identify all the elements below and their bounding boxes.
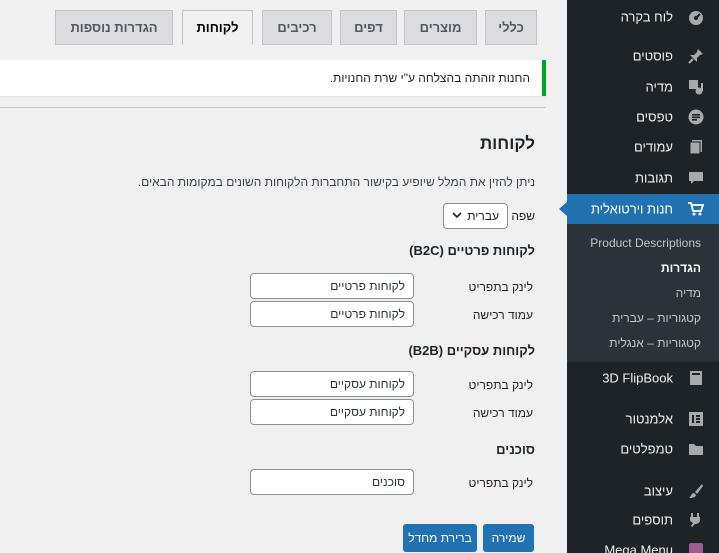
sidebar-item-label: טפסים — [636, 109, 673, 125]
comments-icon — [687, 169, 705, 187]
b2c-page-label: עמוד רכישה — [472, 308, 533, 322]
tab-additional-settings[interactable]: הגדרות נוספות — [55, 10, 173, 45]
section-title-b2b: לקוחות עסקיים (B2B) — [408, 343, 535, 358]
sidebar-item-elementor[interactable]: אלמנטור — [567, 404, 719, 434]
b2c-link-field[interactable]: לקוחות פרטיים — [250, 273, 414, 299]
submenu-item-settings[interactable]: הגדרות — [661, 261, 701, 275]
sidebar-item-comments[interactable]: תגובות — [567, 163, 719, 193]
sidebar-item-label: אלמנטור — [625, 411, 673, 427]
page-description: ניתן להזין את המלל שיופיע בקישור התחברות… — [137, 175, 535, 189]
cart-icon — [687, 200, 705, 218]
agents-link-field[interactable]: סוכנים — [250, 469, 414, 495]
sidebar-item-appearance[interactable]: עיצוב — [567, 476, 719, 506]
elementor-icon — [687, 410, 705, 428]
book-icon — [687, 369, 705, 387]
submenu-item-media[interactable]: מדיה — [676, 286, 701, 300]
sidebar-item-store[interactable]: חנות וירטואלית — [559, 194, 719, 224]
sidebar-item-flipbook[interactable]: 3D FlipBook — [567, 363, 719, 393]
media-icon — [687, 78, 705, 96]
section-title-agents: סוכנים — [496, 442, 535, 457]
b2c-page-field[interactable]: לקוחות פרטיים — [250, 301, 414, 327]
sidebar-item-plugins[interactable]: תוספים — [567, 505, 719, 535]
admin-sidebar: לוח בקרה פוסטים מדיה טפסים עמודים תגובות — [559, 0, 719, 553]
forms-icon — [687, 108, 705, 126]
plugin-icon — [687, 511, 705, 529]
page-title: לקוחות — [479, 134, 535, 153]
success-notice: החנות זוהתה בהצלחה ע"י שרת החנויות. — [0, 60, 546, 96]
sidebar-item-label: לוח בקרה — [620, 9, 673, 25]
b2c-link-label: לינק בתפריט — [468, 280, 533, 294]
store-submenu: Product Descriptions הגדרות מדיה קטגוריו… — [567, 224, 719, 362]
sidebar-item-label: תגובות — [635, 170, 673, 186]
tab-general[interactable]: כללי — [485, 10, 537, 45]
megamenu-icon — [687, 541, 705, 553]
sidebar-item-label: פוסטים — [632, 48, 673, 64]
sidebar-item-label: מדיה — [645, 79, 674, 95]
pin-icon — [687, 47, 705, 65]
section-title-b2c: לקוחות פרטיים (B2C) — [409, 243, 535, 258]
language-label: שפה — [511, 209, 535, 223]
b2b-link-field[interactable]: לקוחות עסקיים — [250, 371, 414, 397]
submenu-item-categories-en[interactable]: קטגוריות – אנגלית — [609, 336, 701, 350]
brush-icon — [687, 482, 705, 500]
dashboard-icon — [687, 8, 705, 26]
sidebar-item-label: תוספים — [632, 512, 673, 528]
b2b-link-label: לינק בתפריט — [468, 378, 533, 392]
language-select[interactable]: עברית — [443, 203, 508, 229]
save-button[interactable]: שמירה — [483, 524, 534, 552]
folder-icon — [687, 440, 705, 458]
tab-products[interactable]: מוצרים — [404, 10, 477, 45]
divider — [0, 107, 546, 108]
submenu-item-categories-he[interactable]: קטגוריות – עברית — [612, 311, 701, 325]
sidebar-item-media[interactable]: מדיה — [567, 72, 719, 102]
sidebar-item-dashboard[interactable]: לוח בקרה — [567, 2, 719, 32]
tab-customers[interactable]: לקוחות — [182, 10, 253, 45]
b2b-page-label: עמוד רכישה — [472, 406, 533, 420]
sidebar-item-label: עיצוב — [643, 483, 673, 499]
sidebar-item-label: Mega Menu — [604, 542, 673, 553]
notice-text: החנות זוהתה בהצלחה ע"י שרת החנויות. — [329, 71, 530, 85]
sidebar-item-templates[interactable]: טמפלטים — [567, 434, 719, 464]
tab-components[interactable]: רכיבים — [262, 10, 332, 45]
language-value: עברית — [467, 209, 499, 223]
b2b-page-field[interactable]: לקוחות עסקיים — [250, 399, 414, 425]
chevron-down-icon — [452, 208, 462, 225]
sidebar-item-label: טמפלטים — [620, 441, 673, 457]
submenu-item-product-descriptions[interactable]: Product Descriptions — [590, 236, 701, 250]
sidebar-item-label: 3D FlipBook — [602, 370, 673, 386]
sidebar-item-posts[interactable]: פוסטים — [567, 41, 719, 71]
sidebar-item-label: חנות וירטואלית — [590, 201, 673, 217]
sidebar-item-megamenu[interactable]: Mega Menu — [567, 535, 719, 553]
sidebar-item-forms[interactable]: טפסים — [567, 102, 719, 132]
sidebar-item-label: עמודים — [633, 139, 673, 155]
agents-link-label: לינק בתפריט — [468, 476, 533, 490]
sidebar-item-pages[interactable]: עמודים — [567, 132, 719, 162]
reset-defaults-button[interactable]: ברירת מחדל — [403, 524, 477, 552]
pages-icon — [687, 138, 705, 156]
tab-pages[interactable]: דפים — [340, 10, 397, 45]
